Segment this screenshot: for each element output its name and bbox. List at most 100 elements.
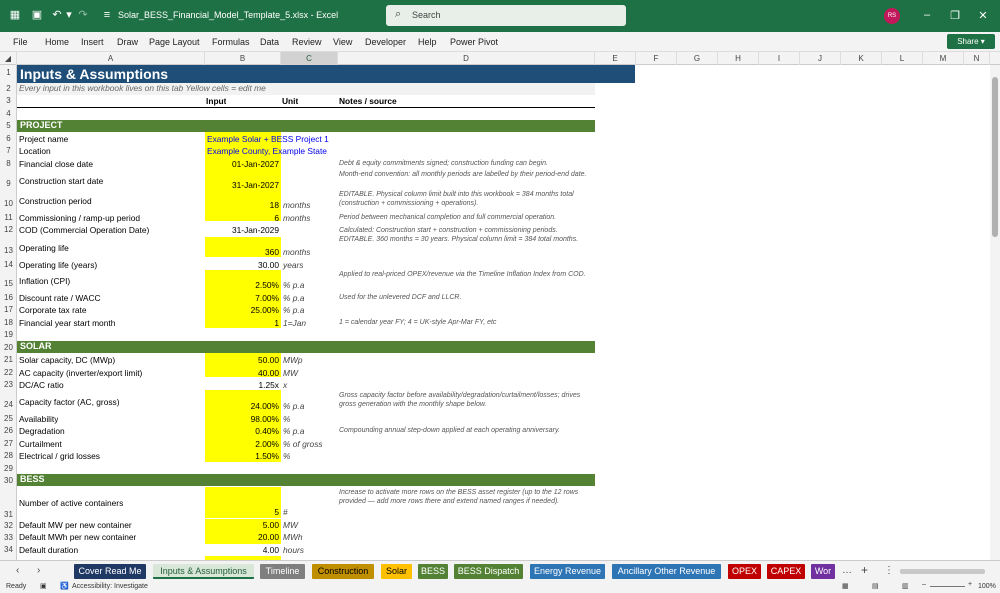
zoom-in-icon[interactable]: + xyxy=(968,581,972,588)
row-number[interactable]: 11 xyxy=(0,213,17,222)
header-notes[interactable]: Notes / source xyxy=(339,96,397,106)
input-construction-start[interactable]: 31-Jan-2027 xyxy=(205,180,281,190)
unit-commissioning[interactable]: months xyxy=(283,213,310,223)
value-default-duration[interactable]: 4.00 xyxy=(205,545,281,555)
input-ac-capacity[interactable]: 40.00 xyxy=(205,368,281,378)
label-tax-rate[interactable]: Corporate tax rate xyxy=(19,305,87,315)
note-operating-life[interactable]: EDITABLE. 360 months = 30 years. Physica… xyxy=(339,235,595,244)
menu-file[interactable]: File xyxy=(13,37,28,47)
section-solar[interactable]: SOLAR xyxy=(17,341,595,353)
unit-active-containers[interactable]: # xyxy=(283,507,288,517)
note-degradation[interactable]: Compounding annual step-down applied at … xyxy=(339,426,595,435)
column-header-h[interactable]: H xyxy=(718,52,759,65)
sheet-subtitle[interactable]: Every input in this workbook lives on th… xyxy=(17,83,595,95)
unit-fy-start[interactable]: 1=Jan xyxy=(283,318,306,328)
unit-ac-capacity[interactable]: MW xyxy=(283,368,298,378)
menu-review[interactable]: Review xyxy=(292,37,322,47)
note-discount-rate[interactable]: Used for the unlevered DCF and LLCR. xyxy=(339,293,595,302)
input-degradation[interactable]: 0.40% xyxy=(205,426,281,436)
unit-discount-rate[interactable]: % p.a xyxy=(283,293,304,303)
value-operating-life-years[interactable]: 30.00 xyxy=(205,260,281,270)
label-fy-start[interactable]: Financial year start month xyxy=(19,318,115,328)
label-financial-close[interactable]: Financial close date xyxy=(19,159,93,169)
tab-inputs-assumptions[interactable]: Inputs & Assumptions xyxy=(153,564,254,579)
input-capacity-factor[interactable]: 24.00% xyxy=(205,401,281,411)
menu-developer[interactable]: Developer xyxy=(365,37,406,47)
row-number[interactable]: 26 xyxy=(0,426,17,435)
more-tabs-icon[interactable]: … xyxy=(842,565,852,576)
note-construction-period[interactable]: EDITABLE. Physical column limit built in… xyxy=(339,190,595,208)
label-discount-rate[interactable]: Discount rate / WACC xyxy=(19,293,101,303)
input-default-mw[interactable]: 5.00 xyxy=(205,520,281,530)
note-active-containers[interactable]: Increase to activate more rows on the BE… xyxy=(339,488,595,506)
column-header-d[interactable]: D xyxy=(338,52,595,65)
page-break-view-icon[interactable]: ▥ xyxy=(902,582,909,590)
row-number[interactable]: 22 xyxy=(0,368,17,377)
customize-toolbar-icon[interactable]: ≡ xyxy=(100,8,114,22)
tab-construction[interactable]: Construction xyxy=(312,564,374,579)
redo-icon[interactable]: ↷ xyxy=(76,8,90,22)
row-number[interactable]: 33 xyxy=(0,533,17,542)
avatar[interactable]: RS xyxy=(884,8,900,24)
unit-inflation[interactable]: % p.a xyxy=(283,280,304,290)
label-commissioning[interactable]: Commissioning / ramp-up period xyxy=(19,213,140,223)
row-number[interactable]: 19 xyxy=(0,330,17,339)
column-header-g[interactable]: G xyxy=(677,52,718,65)
label-ac-capacity[interactable]: AC capacity (inverter/export limit) xyxy=(19,368,142,378)
label-construction-period[interactable]: Construction period xyxy=(19,196,92,206)
unit-degradation[interactable]: % p.a xyxy=(283,426,304,436)
unit-default-duration[interactable]: hours xyxy=(283,545,304,555)
note-inflation[interactable]: Applied to real-priced OPEX/revenue via … xyxy=(339,270,595,279)
row-number[interactable]: 32 xyxy=(0,521,17,530)
tab-capex[interactable]: CAPEX xyxy=(767,564,805,579)
input-operating-life[interactable]: 360 xyxy=(205,247,281,257)
zoom-slider[interactable] xyxy=(930,586,965,587)
header-unit[interactable]: Unit xyxy=(282,96,298,106)
tab-solar[interactable]: Solar xyxy=(381,564,412,579)
share-button[interactable]: Share ▾ xyxy=(947,34,995,49)
input-default-mwh[interactable]: 20.00 xyxy=(205,532,281,542)
input-solar-dc[interactable]: 50.00 xyxy=(205,355,281,365)
column-header-m[interactable]: M xyxy=(923,52,964,65)
page-layout-view-icon[interactable]: ▤ xyxy=(872,582,879,590)
row-number[interactable]: 3 xyxy=(0,96,17,105)
header-input[interactable]: Input xyxy=(206,96,226,106)
zoom-level[interactable]: 100% xyxy=(978,583,996,590)
horizontal-scrollbar[interactable] xyxy=(900,569,985,574)
sheet-title[interactable]: Inputs & Assumptions xyxy=(17,65,635,83)
unit-operating-life-years[interactable]: years xyxy=(283,260,303,270)
unit-operating-life[interactable]: months xyxy=(283,247,310,257)
row-number[interactable]: 34 xyxy=(0,545,17,554)
macro-record-icon[interactable]: ▣ xyxy=(40,582,47,590)
sheet-options-icon[interactable]: ⋮ xyxy=(884,565,894,576)
autosave-icon[interactable]: ▣ xyxy=(30,8,44,22)
column-header-b[interactable]: B xyxy=(205,52,281,65)
tab-bess[interactable]: BESS xyxy=(418,564,448,579)
note-fy-start[interactable]: 1 = calendar year FY; 4 = UK-style Apr-M… xyxy=(339,318,595,327)
input-grid-losses[interactable]: 1.50% xyxy=(205,451,281,461)
menu-page-layout[interactable]: Page Layout xyxy=(149,37,200,47)
row-number[interactable]: 27 xyxy=(0,439,17,448)
row-number[interactable]: 4 xyxy=(0,109,17,118)
undo-dropdown-icon[interactable]: ▾ xyxy=(62,8,76,22)
note-cod[interactable]: Calculated: Construction start + constru… xyxy=(339,226,595,235)
unit-grid-losses[interactable]: % xyxy=(283,451,290,461)
add-sheet-icon[interactable]: + xyxy=(861,563,868,577)
input-discount-rate[interactable]: 7.00% xyxy=(205,293,281,303)
label-active-containers[interactable]: Number of active containers xyxy=(19,498,123,508)
input-active-containers[interactable]: 5 xyxy=(205,507,281,517)
row-number[interactable]: 12 xyxy=(0,225,17,234)
label-grid-losses[interactable]: Electrical / grid losses xyxy=(19,451,100,461)
section-project[interactable]: PROJECT xyxy=(17,120,595,132)
row-number[interactable]: 13 xyxy=(0,246,17,255)
value-cod[interactable]: 31-Jan-2029 xyxy=(205,225,281,235)
label-availability[interactable]: Availability xyxy=(19,414,58,424)
label-inflation[interactable]: Inflation (CPI) xyxy=(19,276,70,286)
vertical-scrollbar[interactable] xyxy=(990,65,1000,560)
row-number[interactable]: 21 xyxy=(0,355,17,364)
unit-construction-period[interactable]: months xyxy=(283,200,310,210)
input-availability[interactable]: 98.00% xyxy=(205,414,281,424)
unit-capacity-factor[interactable]: % p.a xyxy=(283,401,304,411)
column-header-k[interactable]: K xyxy=(841,52,882,65)
column-header-c[interactable]: C xyxy=(281,52,338,65)
